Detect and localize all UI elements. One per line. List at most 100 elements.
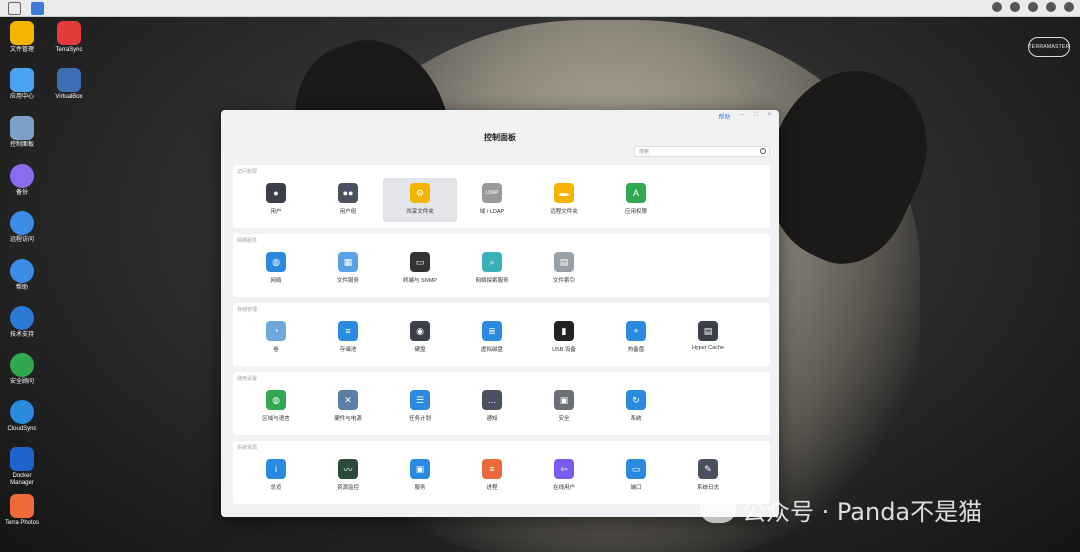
notification-chat-icon: … [482,390,502,410]
panel-item[interactable]: 〰资源监控 [311,454,385,498]
panel-item[interactable]: ◍ 网络 [239,247,313,291]
desktop-icon-app-center[interactable]: 应用中心 [0,68,44,101]
section-2: 存储管理 ◔ 卷 ≡ 存储池 ◉ 硬盘 ≣ 虚拟磁盘 ▮ USB 设备 + 热备盘 ▤ Hyper Cach… [233,303,770,366]
user-icon[interactable] [1064,2,1074,12]
panel-item[interactable]: ▬ 远程文件夹 [527,178,601,222]
remote-access-icon [10,211,34,235]
desktop-icon-security[interactable]: 安全顾问 [0,353,44,386]
panel-item[interactable]: ▤ 文件索引 [527,247,601,291]
bell-icon[interactable] [1028,2,1038,12]
chat-icon[interactable] [1010,2,1020,12]
panel-item[interactable]: ⚙ 共享文件夹 [383,178,457,222]
section-3: 通用设置 ◍ 区域与语言 ✕ 硬件与电源 ☰ 任务计划 … 通知 ▣ 安全 ↻ 系统 [233,372,770,435]
region-globe-icon: ◍ [266,390,286,410]
panel-item[interactable]: A 应用权限 [599,178,673,222]
panel-item-label: 共享文件夹 [406,209,434,215]
panel-item[interactable]: ↻ 系统 [599,385,673,429]
panel-item-label: 服务 [414,485,426,491]
show-desktop-icon[interactable] [8,2,21,15]
panel-item-label: 域 / LDAP [479,209,505,215]
panel-item[interactable]: ▤ Hyper Cache [671,316,745,360]
panel-item[interactable]: ☰ 任务计划 [383,385,457,429]
remote-folder-icon: ▬ [554,183,574,203]
panel-item-label: 虚拟磁盘 [480,347,503,353]
desktop-icon-label: Terra Photos [4,520,40,526]
help-link[interactable]: 帮助 [719,112,731,121]
panel-item[interactable]: ⇦ 在线用户 [527,454,601,498]
desktop-icon-remote-access[interactable]: 远程访问 [0,211,44,244]
panel-item[interactable]: ▮ USB 设备 [527,316,601,360]
resource-monitor-icon: 〰 [338,459,358,479]
panel-item[interactable]: ⌕ 网络探索服务 [455,247,529,291]
desktop-icon-backup[interactable]: 备份 [0,164,44,197]
panel-item[interactable]: ≡ 存储池 [311,316,385,360]
maximize-button[interactable]: □ [754,112,758,121]
panel-item-label: 终端与 SNMP [403,278,437,284]
control-panel-window: 帮助 – □ × 控制面板 搜索 访问权限 ● 用户 ●● 用户组 ⚙ 共享文件夹 LDAP 域… [221,110,779,517]
panel-item[interactable]: ≡ 进程 [455,454,529,498]
top-taskbar [0,0,1080,17]
search-input[interactable]: 搜索 [634,146,770,157]
file-index-icon: ▤ [554,252,574,272]
desktop-icon-control-panel[interactable]: 控制面板 [0,116,44,149]
panel-item-label: 用户 [270,209,282,215]
panel-item[interactable]: ▭ 端口 [599,454,673,498]
panel-item-label: 资源监控 [336,485,359,491]
desktop-icon-label: 文件管理 [9,47,34,53]
desktop-icon-help[interactable]: 帮助 [0,259,44,292]
panel-item[interactable]: i 总览 [239,454,313,498]
section-title: 访问权限 [237,169,258,175]
panel-item[interactable]: ◍ 区域与语言 [239,385,313,429]
desktop-icon-photos[interactable]: Terra Photos [0,494,44,527]
panel-item[interactable]: ◔ 卷 [239,316,313,360]
section-title: 网络服务 [237,238,258,244]
panel-item-label: 通知 [486,416,498,422]
desktop-icon-folder[interactable]: 文件管理 [0,21,44,54]
control-panel-taskbar-icon[interactable] [31,2,44,15]
message-icon[interactable] [992,2,1002,12]
panel-item-label: 进程 [486,485,498,491]
desktop-icon-label: 应用中心 [9,94,34,100]
panel-item-label: 用户组 [339,209,357,215]
desktop-icon-cloudsync[interactable]: CloudSync [0,400,44,433]
backup-icon [10,164,34,188]
virtualbox-icon [57,68,81,92]
hot-spare-icon: + [626,321,646,341]
panel-item-label: 系统 [630,416,642,422]
panel-item[interactable]: ✎ 系统日志 [671,454,745,498]
search-icon[interactable] [760,148,766,154]
panel-item[interactable]: … 通知 [455,385,529,429]
desktop-icon-label: 备份 [15,190,28,196]
panel-item-label: 安全 [558,416,570,422]
panel-item[interactable]: ✕ 硬件与电源 [311,385,385,429]
section-title: 系统资源 [237,445,258,451]
desktop-icon-support[interactable]: 技术支持 [0,306,44,339]
panel-item[interactable]: ▭ 终端与 SNMP [383,247,457,291]
panel-item[interactable]: ▦ 文件服务 [311,247,385,291]
globe-icon[interactable] [1046,2,1056,12]
panel-item[interactable]: ≣ 虚拟磁盘 [455,316,529,360]
terrasync-icon [57,21,81,45]
panel-item[interactable]: ▣ 服务 [383,454,457,498]
panel-item[interactable]: + 热备盘 [599,316,673,360]
security-icon [10,353,34,377]
close-button[interactable]: × [767,112,771,121]
panel-item[interactable]: LDAP 域 / LDAP [455,178,529,222]
service-icon: ▣ [410,459,430,479]
minimize-button[interactable]: – [741,112,744,121]
panel-item[interactable]: ◉ 硬盘 [383,316,457,360]
desktop-icon-virtualbox[interactable]: VirtualBox [47,68,91,101]
panel-item-label: 端口 [630,485,642,491]
panel-item[interactable]: ▣ 安全 [527,385,601,429]
system-log-icon: ✎ [698,459,718,479]
desktop-icon-docker[interactable]: Docker Manager [0,447,44,487]
app-privilege-icon: A [626,183,646,203]
panel-item-label: 卷 [273,347,279,353]
section-title: 通用设置 [237,376,258,382]
shared-folder-icon: ⚙ [410,183,430,203]
desktop-icon-label: Docker Manager [10,473,34,486]
cloudsync-icon [10,400,34,424]
panel-item[interactable]: ● 用户 [239,178,313,222]
panel-item[interactable]: ●● 用户组 [311,178,385,222]
desktop-icon-terrasync[interactable]: TerraSync [47,21,91,54]
